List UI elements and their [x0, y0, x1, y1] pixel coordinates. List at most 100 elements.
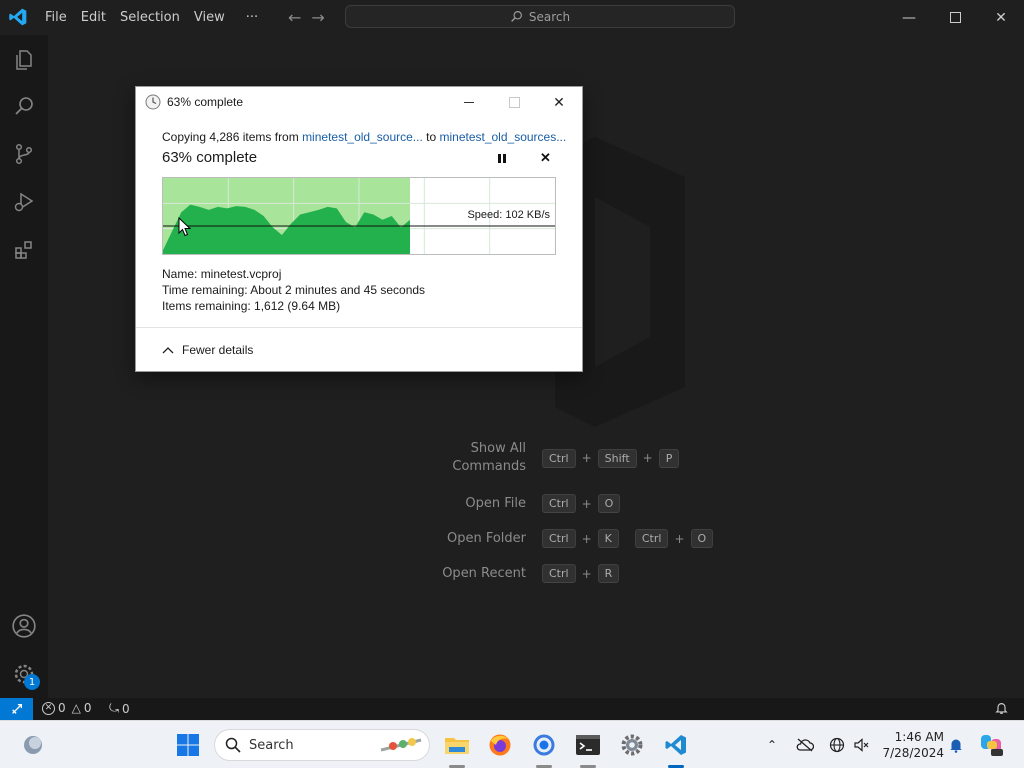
chevron-up-icon [162, 347, 174, 354]
minimize-button[interactable]: — [886, 0, 932, 35]
volume-tray[interactable] [851, 735, 871, 755]
shortcut-label: Open Folder [446, 530, 526, 546]
run-debug-button[interactable] [8, 186, 40, 218]
explorer-button[interactable] [8, 44, 40, 76]
close-window-button[interactable]: ✕ [978, 0, 1024, 35]
fewer-details-label: Fewer details [182, 343, 254, 357]
speed-label: Speed: 102 KB/s [467, 209, 550, 221]
remote-indicator[interactable] [0, 698, 33, 720]
copilot-button[interactable] [978, 731, 1006, 759]
chevron-up-icon: ⌃ [766, 738, 778, 752]
notification-center-button[interactable] [946, 735, 966, 755]
taskbar-settings[interactable] [616, 729, 648, 761]
status-bar: ✕ 0 △ 0 ⤿ 0 [0, 698, 1024, 720]
copy-description: Copying 4,286 items from minetest_old_so… [162, 130, 566, 144]
problems-indicator[interactable]: ✕ 0 △ 0 [42, 701, 92, 715]
bell-icon [995, 703, 1008, 714]
transfer-speed-graph: Speed: 102 KB/s [162, 177, 556, 255]
destination-folder-link[interactable]: minetest_old_sources... [439, 130, 566, 144]
minimize-icon [464, 101, 474, 103]
onedrive-tray[interactable] [795, 735, 815, 755]
vscode-icon [665, 735, 686, 755]
taskbar-chrome[interactable] [528, 729, 560, 761]
vscode-logo-icon [9, 8, 27, 26]
dialog-close-button[interactable]: ✕ [536, 87, 582, 117]
key: K [597, 529, 619, 548]
start-button[interactable] [172, 729, 204, 761]
accounts-button[interactable] [8, 610, 40, 642]
key: Ctrl [542, 494, 576, 513]
menu-selection[interactable]: Selection [113, 10, 187, 25]
copilot-icon [981, 735, 1003, 756]
ports-indicator[interactable]: ⤿ 0 [109, 701, 130, 716]
weather-widget-icon [24, 736, 42, 754]
time-label: Time remaining: [162, 283, 248, 297]
menu-edit[interactable]: Edit [74, 10, 113, 25]
firefox-icon [489, 734, 511, 756]
plus-sign: + [642, 451, 653, 465]
cancel-icon: ✕ [540, 150, 551, 165]
maximize-button[interactable] [932, 0, 978, 35]
forward-arrow-icon[interactable]: → [311, 8, 324, 27]
file-explorer-icon [445, 738, 469, 754]
ports-count: 0 [122, 701, 130, 716]
name-value: minetest.vcproj [200, 267, 282, 281]
clock-time: 1:46 AM [894, 730, 944, 744]
shortcut-open-file[interactable]: Open File Ctrl + O [420, 494, 621, 513]
key: Ctrl [542, 564, 576, 583]
taskbar-firefox[interactable] [484, 729, 516, 761]
taskbar-search-placeholder: Search [249, 737, 294, 753]
detail-items-row: Items remaining: 1,612 (9.64 MB) [162, 298, 425, 314]
taskbar-search-box[interactable]: Search [214, 729, 430, 761]
menu-more[interactable]: ··· [232, 10, 265, 25]
shortcut-show-all-commands[interactable]: Show All Commands Ctrl + Shift + P [420, 440, 680, 476]
widgets-button[interactable] [17, 729, 49, 761]
notifications-button[interactable] [995, 701, 1008, 715]
system-clock[interactable]: 1:46 AM 7/28/2024 [880, 729, 944, 761]
command-center-search[interactable]: Search [345, 5, 735, 28]
back-arrow-icon[interactable]: ← [288, 8, 301, 27]
plus-sign: + [581, 566, 592, 581]
extensions-button[interactable] [8, 234, 40, 266]
shortcut-open-folder[interactable]: Open Folder Ctrl + K Ctrl + O [420, 529, 714, 548]
show-hidden-icons-button[interactable]: ⌃ [762, 735, 782, 755]
cloud-offline-icon [796, 738, 814, 752]
key: Ctrl [634, 529, 669, 548]
plus-sign: + [581, 496, 592, 511]
maximize-icon [949, 12, 961, 23]
taskbar-terminal[interactable] [572, 729, 604, 761]
search-icon [511, 11, 522, 22]
fewer-details-button[interactable]: Fewer details [162, 343, 253, 357]
shortcut-open-recent[interactable]: Open Recent Ctrl + R [420, 564, 620, 583]
source-control-button[interactable] [8, 138, 40, 170]
key: R [597, 564, 620, 583]
key: Ctrl [542, 529, 576, 548]
shortcut-label: Open Recent [442, 565, 526, 581]
source-folder-link[interactable]: minetest_old_source... [302, 130, 423, 144]
files-icon [16, 50, 32, 70]
source-control-icon [15, 143, 33, 165]
activity-bar [0, 35, 48, 698]
network-tray[interactable] [827, 735, 847, 755]
menu-file[interactable]: File [38, 10, 74, 25]
cancel-copy-button[interactable]: ✕ [540, 150, 551, 166]
pause-button[interactable] [496, 152, 508, 164]
items-label: Items remaining: [162, 299, 251, 313]
close-icon: ✕ [995, 9, 1007, 26]
search-view-button[interactable] [8, 90, 40, 122]
terminal-icon [576, 735, 600, 755]
dialog-maximize-button [491, 87, 537, 117]
taskbar-vscode[interactable] [660, 729, 692, 761]
settings-icon [621, 734, 643, 756]
progress-heading: 63% complete [162, 149, 258, 166]
key: Shift [597, 448, 637, 468]
menu-view[interactable]: View [187, 10, 232, 25]
windows-taskbar: Search ⌃ 1:46 AM 7/28/2024 [0, 720, 1024, 768]
time-value: About 2 minutes and 45 seconds [250, 283, 426, 297]
taskbar-file-explorer[interactable] [441, 729, 473, 761]
items-value: 1,612 (9.64 MB) [254, 299, 341, 313]
pause-icon [498, 153, 501, 163]
dialog-minimize-button[interactable] [446, 87, 492, 117]
dialog-title: 63% complete [167, 95, 244, 109]
command-center-label: Search [528, 9, 571, 24]
